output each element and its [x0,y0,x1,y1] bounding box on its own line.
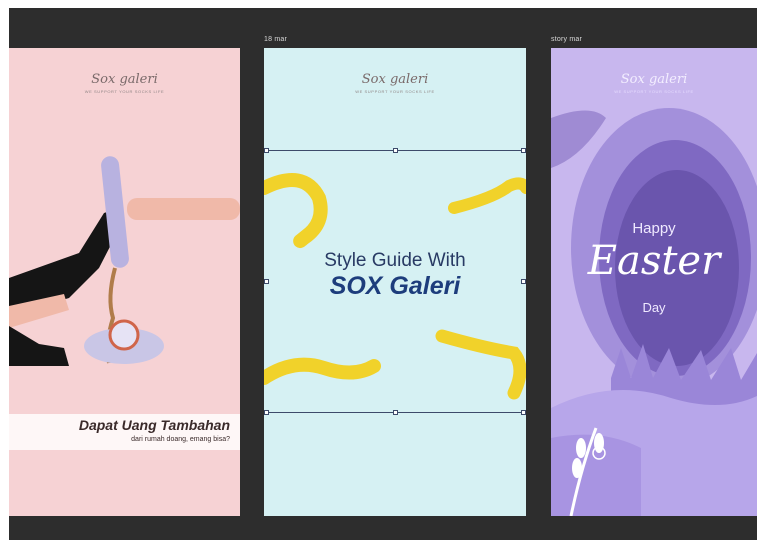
resize-handle-top-center[interactable] [393,148,398,153]
resize-handle-middle-left[interactable] [264,279,269,284]
resize-handle-top-left[interactable] [264,148,269,153]
top-edge [0,0,757,8]
subline-text: dari rumah doang, emang bisa? [131,436,230,443]
style-guide-line1: Style Guide With [324,250,466,271]
white-leaf-1 [576,438,586,458]
headline-text: Dapat Uang Tambahan [78,417,230,433]
sock-leg-lower-shape [9,326,69,366]
rotary-dial-shape [108,319,140,351]
arm-shape [127,198,240,220]
artboard-label-18-mar[interactable]: 18 mar [264,36,287,43]
brand-name: Sox galeri [620,72,688,87]
artboard-style-guide[interactable]: Sox galeri WE SUPPORT YOUR SOCKS LIFE St… [264,48,526,516]
easter-text: Easter [587,238,721,284]
white-leaf-3 [572,458,582,478]
day-text: Day [642,300,666,315]
resize-handle-bottom-left[interactable] [264,410,269,415]
resize-handle-bottom-right[interactable] [521,410,526,415]
resize-handle-top-right[interactable] [521,148,526,153]
left-edge [0,0,9,540]
tape-top-left [264,173,328,249]
artboard-happy-easter[interactable]: Sox galeri WE SUPPORT YOUR SOCKS LIFE Ha… [551,48,757,516]
happy-text: Happy [632,220,676,237]
tape-bottom-left [264,357,381,385]
tape-bottom-right [435,329,526,400]
resize-handle-bottom-center[interactable] [393,410,398,415]
brand-logo: Sox galeri WE SUPPORT YOUR SOCKS LIFE [551,72,757,94]
white-leaf-2 [594,433,604,453]
style-guide-line2: SOX Galeri [329,272,461,300]
resize-handle-middle-right[interactable] [521,279,526,284]
tape-top-right [448,177,526,214]
artboard-label-story-mar[interactable]: story mar [551,36,582,43]
brand-tagline: WE SUPPORT YOUR SOCKS LIFE [614,89,694,94]
artboard-dapat-uang[interactable]: Sox galeri WE SUPPORT YOUR SOCKS LIFE Da… [9,48,240,516]
